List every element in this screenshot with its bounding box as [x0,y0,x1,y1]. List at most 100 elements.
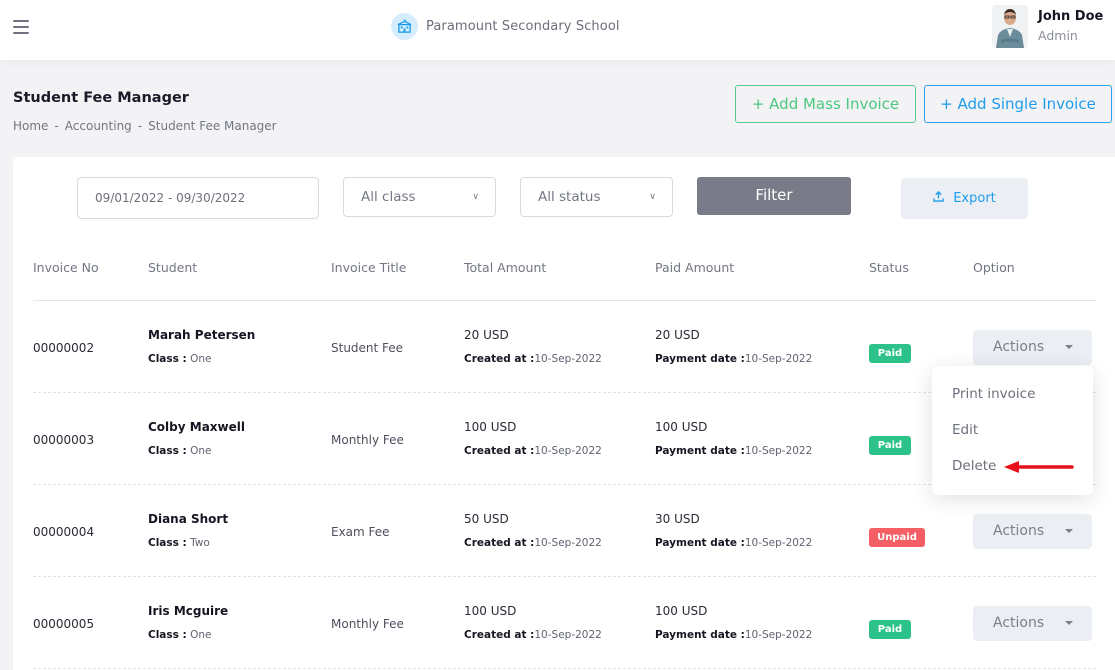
breadcrumb-current: Student Fee Manager [148,119,277,133]
class-select[interactable]: All class ∨ [343,177,496,217]
chevron-down-icon: ∨ [472,192,479,202]
header-invoice-no[interactable]: Invoice No [33,260,99,275]
paid-amount: 20 USD [655,328,700,342]
actions-label: Actions [993,339,1045,355]
student-name: Iris Mcguire [148,604,229,618]
actions-dropdown-button[interactable]: Actions [973,514,1092,549]
caret-down-icon [1065,529,1073,533]
total-cell: 100 USD Created at :10-Sep-2022 [464,604,602,641]
class-select-value: All class [361,189,416,205]
student-cell: Marah Petersen Class : One [148,328,255,365]
payment-label: Payment date : [655,353,745,365]
status-badge: Paid [869,620,911,639]
class-label: Class : [148,353,187,365]
status-select-value: All status [538,189,601,205]
total-cell: 20 USD Created at :10-Sep-2022 [464,328,602,365]
student-cell: Colby Maxwell Class : One [148,420,245,457]
user-profile[interactable]: John Doe Admin [992,5,1103,48]
top-header: Paramount Secondary School John Doe Admi… [0,0,1115,60]
invoice-title: Monthly Fee [331,433,404,447]
invoice-title: Student Fee [331,341,404,355]
student-cell: Iris Mcguire Class : One [148,604,228,641]
chevron-down-icon: ∨ [649,192,656,202]
paid-amount: 100 USD [655,604,708,618]
actions-menu: Print invoice Edit Delete [932,366,1093,495]
class-label: Class : [148,629,187,641]
payment-date: 10-Sep-2022 [744,353,813,365]
caret-down-icon [1065,345,1073,349]
user-name: John Doe [1038,8,1104,24]
created-date: 10-Sep-2022 [534,629,602,641]
actions-label: Actions [993,523,1045,539]
created-label: Created at : [464,629,535,641]
created-label: Created at : [464,353,535,365]
invoice-no: 00000003 [33,433,95,447]
school-name: Paramount Secondary School [426,19,620,34]
student-name: Diana Short [148,512,229,526]
user-role: Admin [1038,27,1078,43]
created-label: Created at : [464,445,535,457]
status-badge: Unpaid [869,528,925,547]
red-arrow-annotation-icon [1004,461,1074,473]
payment-date: 10-Sep-2022 [744,629,813,641]
header-option: Option [973,260,1015,275]
menu-item-delete[interactable]: Delete [952,458,996,474]
invoice-no: 00000005 [33,617,95,631]
header-paid-amount[interactable]: Paid Amount [655,260,734,275]
paid-amount: 30 USD [655,512,700,526]
actions-dropdown-button[interactable]: Actions [973,330,1092,365]
header-total-amount[interactable]: Total Amount [464,260,546,275]
menu-item-edit[interactable]: Edit [952,422,978,438]
actions-label: Actions [993,615,1045,631]
student-cell: Diana Short Class : Two [148,512,228,549]
created-date: 10-Sep-2022 [534,537,602,549]
total-amount: 20 USD [464,328,509,342]
class-value: One [190,353,212,365]
created-date: 10-Sep-2022 [534,353,602,365]
paid-amount: 100 USD [655,420,708,434]
date-range-input[interactable]: 09/01/2022 - 09/30/2022 [77,177,319,219]
breadcrumb-home[interactable]: Home [13,119,48,133]
payment-label: Payment date : [655,445,745,457]
class-value: Two [190,537,210,549]
status-badge: Paid [869,344,911,363]
hamburger-icon[interactable] [13,20,29,34]
total-cell: 50 USD Created at :10-Sep-2022 [464,512,602,549]
class-label: Class : [148,445,187,457]
breadcrumb-separator: - [137,119,143,133]
header-invoice-title[interactable]: Invoice Title [331,260,406,275]
export-button[interactable]: Export [901,178,1028,219]
header-status[interactable]: Status [869,260,909,275]
table-row: 00000005 Iris Mcguire Class : One Monthl… [13,577,1115,669]
add-mass-invoice-button[interactable]: + Add Mass Invoice [735,85,916,123]
header-student[interactable]: Student [148,260,197,275]
actions-dropdown-button[interactable]: Actions [973,606,1092,641]
school-building-icon [391,13,418,40]
breadcrumb-accounting[interactable]: Accounting [65,119,132,133]
paid-cell: 30 USD Payment date :10-Sep-2022 [655,512,812,549]
filter-button[interactable]: Filter [697,177,851,215]
caret-down-icon [1065,621,1073,625]
table-row: 00000004 Diana Short Class : Two Exam Fe… [13,485,1115,577]
paid-cell: 100 USD Payment date :10-Sep-2022 [655,604,812,641]
class-label: Class : [148,537,187,549]
page-title: Student Fee Manager [13,90,189,106]
total-amount: 50 USD [464,512,509,526]
created-label: Created at : [464,537,535,549]
student-name: Colby Maxwell [148,420,245,434]
add-single-invoice-button[interactable]: + Add Single Invoice [924,85,1112,123]
upload-icon [933,190,944,206]
menu-item-print-invoice[interactable]: Print invoice [952,386,1035,402]
total-cell: 100 USD Created at :10-Sep-2022 [464,420,602,457]
paid-cell: 20 USD Payment date :10-Sep-2022 [655,328,812,365]
total-amount: 100 USD [464,420,517,434]
class-value: One [190,445,212,457]
total-amount: 100 USD [464,604,517,618]
invoice-title: Exam Fee [331,525,390,539]
payment-date: 10-Sep-2022 [744,445,813,457]
status-select[interactable]: All status ∨ [520,177,673,217]
avatar[interactable] [992,5,1028,48]
class-value: One [190,629,212,641]
invoice-no: 00000004 [33,525,95,539]
school-brand: Paramount Secondary School [391,13,620,40]
